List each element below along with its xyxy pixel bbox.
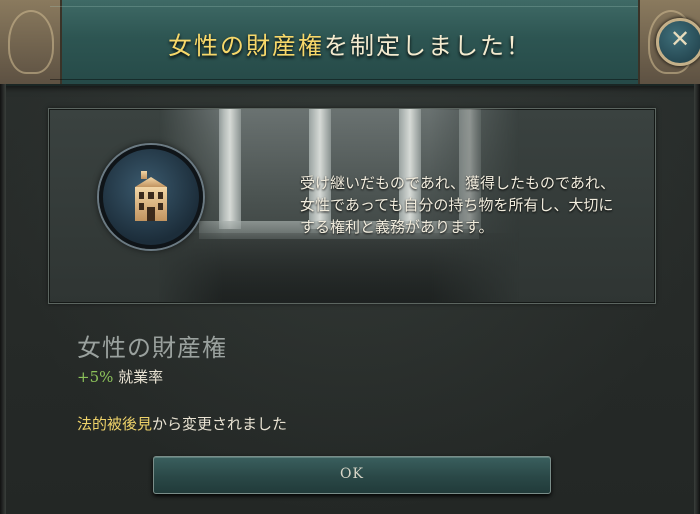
close-button[interactable]: ✕ <box>656 18 700 66</box>
law-medallion <box>99 145 203 249</box>
previous-law-name: 法的被後見 <box>77 415 153 433</box>
frame-edge-left <box>0 84 6 514</box>
effect-value: +5% <box>77 368 114 386</box>
event-description: 受け継いだものであれ、獲得したものであれ、女性であっても自分の持ち物を所有し、大… <box>300 174 616 236</box>
change-suffix: から変更されました <box>152 415 288 433</box>
effect-label: 就業率 <box>118 368 164 386</box>
ok-button[interactable]: OK <box>153 456 551 494</box>
law-name: 女性の財産権 <box>77 334 227 362</box>
law-change-note: 法的被後見から変更されました <box>77 413 287 434</box>
title-law-name: 女性の財産権 <box>168 32 324 60</box>
frame-edge-right <box>694 84 700 514</box>
dialog-title: 女性の財産権を制定しました！ <box>0 26 700 61</box>
title-suffix: を制定しました！ <box>324 32 532 60</box>
law-effect: +5% 就業率 <box>77 366 163 387</box>
building-icon <box>135 171 167 221</box>
ok-button-label: OK <box>340 466 364 482</box>
close-icon: ✕ <box>669 25 691 53</box>
dialog-header: 女性の財産権を制定しました！ ✕ <box>0 0 700 86</box>
law-enacted-dialog: 女性の財産権を制定しました！ ✕ 受け継いだものであれ、獲得したものであれ、女性… <box>0 0 700 514</box>
